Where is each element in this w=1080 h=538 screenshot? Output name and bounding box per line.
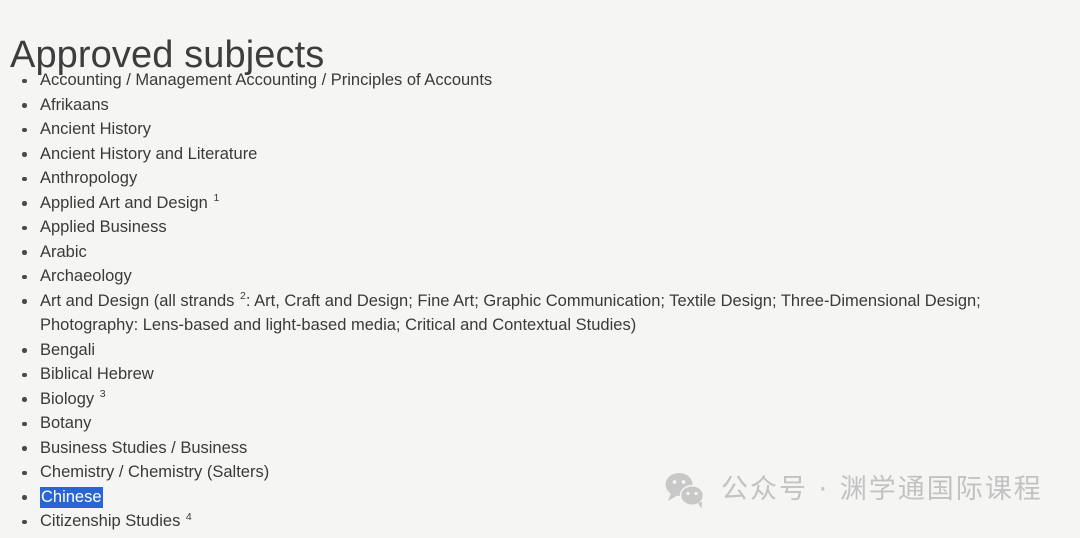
- subject-label: Afrikaans: [40, 95, 109, 114]
- subject-label: Chinese: [40, 486, 103, 508]
- list-item[interactable]: Ancient History: [0, 117, 1080, 142]
- subject-label: Botany: [40, 414, 92, 432]
- subject-label: Citizenship Studies 4: [40, 510, 192, 530]
- subject-label: Accounting / Management Accounting / Pri…: [40, 71, 493, 89]
- subject-label: Applied Art and Design 1: [40, 192, 220, 212]
- list-item[interactable]: Bengali: [0, 338, 1080, 363]
- list-item[interactable]: Ancient History and Literature: [0, 142, 1080, 167]
- footnote-marker: 2: [240, 290, 246, 302]
- subject-label: Chemistry / Chemistry (Salters): [40, 463, 270, 481]
- subject-label: Ancient History: [40, 120, 151, 138]
- subject-label: Biblical Hebrew: [40, 365, 154, 383]
- subject-label: Arabic: [40, 242, 87, 261]
- footnote-marker: 3: [99, 388, 106, 400]
- subject-label: Archaeology: [40, 267, 132, 285]
- list-item[interactable]: Applied Business: [0, 215, 1080, 240]
- approved-subjects-list: Accounting / Management Accounting / Pri…: [0, 68, 1080, 534]
- subject-label: Art and Design (all strands 2: Art, Craf…: [40, 290, 981, 334]
- selected-text-highlight: Chinese: [40, 486, 103, 508]
- subject-label: Biology 3: [40, 388, 106, 408]
- list-item[interactable]: Business Studies / Business: [0, 436, 1080, 461]
- list-item[interactable]: Anthropology: [0, 166, 1080, 191]
- list-item[interactable]: Art and Design (all strands 2: Art, Craf…: [0, 289, 1080, 338]
- list-item[interactable]: Chinese: [0, 485, 1080, 510]
- subject-label: Applied Business: [40, 218, 167, 236]
- list-item[interactable]: Botany: [0, 411, 1080, 436]
- list-item[interactable]: Arabic: [0, 240, 1080, 265]
- subject-label: Anthropology: [40, 169, 138, 187]
- list-item[interactable]: Citizenship Studies 4: [0, 509, 1080, 534]
- list-item[interactable]: Accounting / Management Accounting / Pri…: [0, 68, 1080, 93]
- footnote-marker: 1: [213, 192, 220, 204]
- list-item[interactable]: Afrikaans: [0, 93, 1080, 118]
- subject-label: Ancient History and Literature: [40, 144, 258, 163]
- subject-label: Business Studies / Business: [40, 438, 248, 457]
- subject-label: Bengali: [40, 340, 96, 359]
- list-item[interactable]: Chemistry / Chemistry (Salters): [0, 460, 1080, 485]
- footnote-marker: 4: [185, 510, 192, 523]
- page-root: Approved subjects Accounting / Managemen…: [0, 0, 1080, 538]
- list-item[interactable]: Biology 3: [0, 387, 1080, 412]
- list-item[interactable]: Archaeology: [0, 264, 1080, 289]
- list-item[interactable]: Applied Art and Design 1: [0, 191, 1080, 216]
- list-item[interactable]: Biblical Hebrew: [0, 362, 1080, 387]
